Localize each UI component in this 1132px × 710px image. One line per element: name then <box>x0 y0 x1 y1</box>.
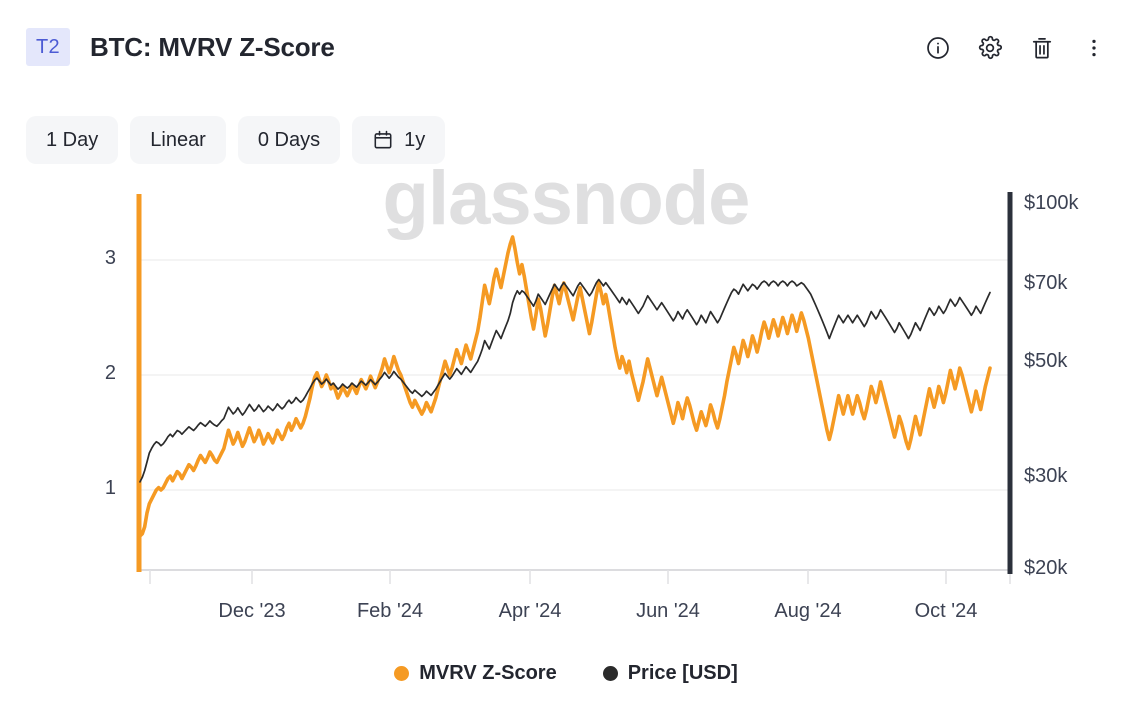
y-axis-right-tick-label: $70k <box>1024 272 1068 294</box>
series-line-price <box>139 278 991 483</box>
legend-label-price: Price [USD] <box>627 662 738 684</box>
page-title: BTC: MVRV Z-Score <box>90 31 335 62</box>
y-axis-right-tick-label: $30k <box>1024 465 1068 487</box>
x-axis-tick-label: Jun '24 <box>636 600 700 622</box>
y-axis-left-tick-label: 2 <box>104 362 116 384</box>
y-axis-left-tick-label: 3 <box>104 247 116 269</box>
x-axis-tick-label: Aug '24 <box>774 600 842 622</box>
legend-label-mvrv: MVRV Z-Score <box>419 662 557 684</box>
timeframe-selector[interactable]: 1y <box>352 116 446 164</box>
chart-toolbar: 1 Day Linear 0 Days 1y <box>26 116 446 164</box>
y-axis-left-tick-label: 1 <box>104 477 116 499</box>
smoothing-selector[interactable]: 0 Days <box>237 116 341 164</box>
info-button[interactable] <box>918 28 958 68</box>
resolution-selector[interactable]: 1 Day <box>26 116 119 164</box>
x-axis-tick-label: Feb '24 <box>356 600 424 622</box>
chart-canvas[interactable] <box>0 180 1132 650</box>
legend-color-dot-mvrv <box>394 666 410 681</box>
y-axis-right-tick-label: $50k <box>1024 350 1068 372</box>
chart-plot-area[interactable] <box>0 180 1132 650</box>
chart-header: T2 BTC: MVRV Z-Score <box>0 0 1132 94</box>
x-axis-tick-label: Dec '23 <box>218 600 286 622</box>
scale-selector[interactable]: Linear <box>130 116 226 164</box>
y-axis-right-tick-label: $20k <box>1024 557 1068 579</box>
more-options-button[interactable] <box>1074 28 1114 68</box>
info-icon <box>925 35 951 61</box>
delete-button[interactable] <box>1022 28 1062 68</box>
trash-icon <box>1029 35 1055 61</box>
header-actions <box>918 28 1114 68</box>
smoothing-label: 0 Days <box>257 128 321 151</box>
settings-button[interactable] <box>970 28 1010 68</box>
legend-item-price[interactable]: Price [USD] <box>602 662 738 685</box>
chart-legend: MVRV Z-Score Price [USD] <box>0 662 1132 685</box>
calendar-icon <box>372 129 394 151</box>
timeframe-label: 1y <box>404 128 426 151</box>
series-line-mvrv <box>138 235 992 538</box>
scale-label: Linear <box>150 128 206 151</box>
resolution-label: 1 Day <box>46 128 99 151</box>
x-axis-tick-label: Oct '24 <box>914 600 978 622</box>
title-group: T2 BTC: MVRV Z-Score <box>26 28 335 66</box>
more-vertical-icon <box>1082 36 1106 60</box>
x-axis-tick-label: Apr '24 <box>498 600 562 622</box>
y-axis-right-tick-label: $100k <box>1024 192 1079 214</box>
legend-item-mvrv[interactable]: MVRV Z-Score <box>394 662 557 685</box>
gear-icon <box>977 35 1003 61</box>
legend-color-dot-price <box>602 666 618 681</box>
tier-badge: T2 <box>26 28 70 66</box>
